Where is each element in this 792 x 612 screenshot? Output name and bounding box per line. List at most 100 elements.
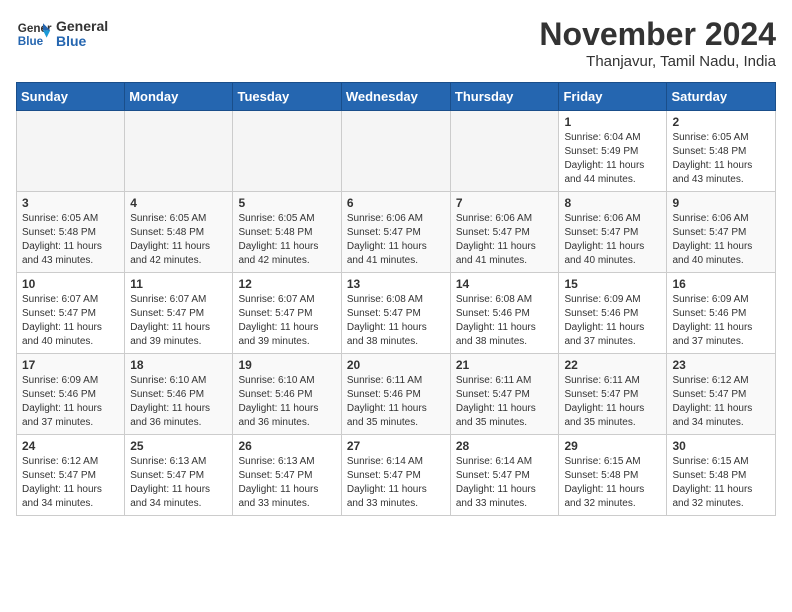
day-number: 23 xyxy=(672,358,770,372)
calendar-cell: 10Sunrise: 6:07 AMSunset: 5:47 PMDayligh… xyxy=(17,273,125,354)
day-number: 9 xyxy=(672,196,770,210)
calendar-cell: 7 Sunrise: 6:06 AMSunset: 5:47 PMDaylight… xyxy=(450,192,559,273)
day-info: Sunrise: 6:05 AMSunset: 5:48 PMDaylight:… xyxy=(22,212,119,268)
day-number: 28 xyxy=(456,439,554,453)
day-info: Sunrise: 6:06 AMSunset: 5:47 PMDaylight:… xyxy=(672,212,770,268)
calendar-cell: 18 Sunrise: 6:10 AMSunset: 5:46 PMDayligh… xyxy=(125,354,233,435)
calendar-cell: 30 Sunrise: 6:15 AMSunset: 5:48 PMDayligh… xyxy=(667,435,776,516)
location-subtitle: Thanjavur, Tamil Nadu, India xyxy=(539,53,776,70)
day-number: 1 xyxy=(564,115,661,129)
day-number: 19 xyxy=(238,358,335,372)
weekday-header-sunday: Sunday xyxy=(17,83,125,111)
day-info: Sunrise: 6:13 AMSunset: 5:47 PMDaylight:… xyxy=(130,455,227,511)
calendar-cell: 21Sunrise: 6:11 AMSunset: 5:47 PMDayligh… xyxy=(450,354,559,435)
calendar-cell: 11 Sunrise: 6:07 AMSunset: 5:47 PMDayligh… xyxy=(125,273,233,354)
calendar-cell: 16Sunrise: 6:09 AMSunset: 5:46 PMDayligh… xyxy=(667,273,776,354)
day-number: 11 xyxy=(130,277,227,291)
calendar-week-row: 17 Sunrise: 6:09 AMSunset: 5:46 PMDayligh… xyxy=(17,354,776,435)
calendar-cell: 13Sunrise: 6:08 AMSunset: 5:47 PMDayligh… xyxy=(341,273,450,354)
day-info: Sunrise: 6:05 AMSunset: 5:48 PMDaylight:… xyxy=(238,212,335,268)
calendar-cell: 28 Sunrise: 6:14 AMSunset: 5:47 PMDayligh… xyxy=(450,435,559,516)
day-number: 26 xyxy=(238,439,335,453)
day-number: 25 xyxy=(130,439,227,453)
calendar-cell: 3 Sunrise: 6:05 AMSunset: 5:48 PMDaylight… xyxy=(17,192,125,273)
day-number: 4 xyxy=(130,196,227,210)
day-info: Sunrise: 6:07 AMSunset: 5:47 PMDaylight:… xyxy=(238,293,335,349)
calendar-week-row: 1 Sunrise: 6:04 AMSunset: 5:49 PMDaylight… xyxy=(17,111,776,192)
day-info: Sunrise: 6:13 AMSunset: 5:47 PMDaylight:… xyxy=(238,455,335,511)
weekday-header-monday: Monday xyxy=(125,83,233,111)
day-info: Sunrise: 6:06 AMSunset: 5:47 PMDaylight:… xyxy=(456,212,554,268)
day-number: 2 xyxy=(672,115,770,129)
title-block: November 2024 Thanjavur, Tamil Nadu, Ind… xyxy=(539,16,776,70)
calendar-cell: 8Sunrise: 6:06 AMSunset: 5:47 PMDaylight… xyxy=(559,192,667,273)
day-number: 5 xyxy=(238,196,335,210)
day-number: 27 xyxy=(347,439,445,453)
weekday-header-wednesday: Wednesday xyxy=(341,83,450,111)
weekday-header-tuesday: Tuesday xyxy=(233,83,341,111)
calendar-cell: 4 Sunrise: 6:05 AMSunset: 5:48 PMDaylight… xyxy=(125,192,233,273)
day-info: Sunrise: 6:09 AMSunset: 5:46 PMDaylight:… xyxy=(564,293,661,349)
day-info: Sunrise: 6:06 AMSunset: 5:47 PMDaylight:… xyxy=(347,212,445,268)
svg-text:Blue: Blue xyxy=(18,35,44,48)
calendar-cell: 22 Sunrise: 6:11 AMSunset: 5:47 PMDayligh… xyxy=(559,354,667,435)
calendar-cell xyxy=(17,111,125,192)
day-number: 22 xyxy=(564,358,661,372)
calendar-cell xyxy=(341,111,450,192)
calendar-cell: 17 Sunrise: 6:09 AMSunset: 5:46 PMDayligh… xyxy=(17,354,125,435)
day-info: Sunrise: 6:11 AMSunset: 5:47 PMDaylight:… xyxy=(456,374,554,430)
weekday-header-row: SundayMondayTuesdayWednesdayThursdayFrid… xyxy=(17,83,776,111)
day-number: 30 xyxy=(672,439,770,453)
day-info: Sunrise: 6:10 AMSunset: 5:46 PMDaylight:… xyxy=(130,374,227,430)
day-info: Sunrise: 6:14 AMSunset: 5:47 PMDaylight:… xyxy=(456,455,554,511)
day-number: 29 xyxy=(564,439,661,453)
day-number: 6 xyxy=(347,196,445,210)
calendar-cell: 25 Sunrise: 6:13 AMSunset: 5:47 PMDayligh… xyxy=(125,435,233,516)
calendar-cell: 6 Sunrise: 6:06 AMSunset: 5:47 PMDaylight… xyxy=(341,192,450,273)
day-info: Sunrise: 6:05 AMSunset: 5:48 PMDaylight:… xyxy=(672,131,770,187)
logo-blue-text: Blue xyxy=(56,34,108,49)
day-info: Sunrise: 6:09 AMSunset: 5:46 PMDaylight:… xyxy=(22,374,119,430)
day-info: Sunrise: 6:12 AMSunset: 5:47 PMDaylight:… xyxy=(22,455,119,511)
day-number: 10 xyxy=(22,277,119,291)
day-info: Sunrise: 6:12 AMSunset: 5:47 PMDaylight:… xyxy=(672,374,770,430)
calendar-week-row: 10 Sunrise: 6:07 AMSunset: 5:47 PMDayligh… xyxy=(17,273,776,354)
calendar-cell xyxy=(450,111,559,192)
day-info: Sunrise: 6:15 AMSunset: 5:48 PMDaylight:… xyxy=(672,455,770,511)
calendar-cell: 29 Sunrise: 6:15 AMSunset: 5:48 PMDayligh… xyxy=(559,435,667,516)
day-number: 7 xyxy=(456,196,554,210)
day-number: 17 xyxy=(22,358,119,372)
calendar-cell: 9 Sunrise: 6:06 AMSunset: 5:47 PMDaylight… xyxy=(667,192,776,273)
day-number: 16 xyxy=(672,277,770,291)
day-info: Sunrise: 6:07 AMSunset: 5:47 PMDaylight:… xyxy=(130,293,227,349)
day-info: Sunrise: 6:08 AMSunset: 5:46 PMDaylight:… xyxy=(456,293,554,349)
calendar-cell: 27Sunrise: 6:14 AMSunset: 5:47 PMDayligh… xyxy=(341,435,450,516)
day-number: 24 xyxy=(22,439,119,453)
weekday-header-friday: Friday xyxy=(559,83,667,111)
day-info: Sunrise: 6:05 AMSunset: 5:48 PMDaylight:… xyxy=(130,212,227,268)
logo: General Blue General Blue xyxy=(16,16,108,52)
calendar-week-row: 3 Sunrise: 6:05 AMSunset: 5:48 PMDaylight… xyxy=(17,192,776,273)
day-number: 18 xyxy=(130,358,227,372)
calendar-cell: 2 Sunrise: 6:05 AMSunset: 5:48 PMDaylight… xyxy=(667,111,776,192)
day-number: 13 xyxy=(347,277,445,291)
logo-general-text: General xyxy=(56,19,108,34)
day-info: Sunrise: 6:04 AMSunset: 5:49 PMDaylight:… xyxy=(564,131,661,187)
calendar-cell: 19Sunrise: 6:10 AMSunset: 5:46 PMDayligh… xyxy=(233,354,341,435)
day-info: Sunrise: 6:06 AMSunset: 5:47 PMDaylight:… xyxy=(564,212,661,268)
calendar-cell: 14Sunrise: 6:08 AMSunset: 5:46 PMDayligh… xyxy=(450,273,559,354)
calendar-table: SundayMondayTuesdayWednesdayThursdayFrid… xyxy=(16,82,776,516)
page-header: General Blue General Blue November 2024 … xyxy=(16,16,776,70)
calendar-cell: 5 Sunrise: 6:05 AMSunset: 5:48 PMDaylight… xyxy=(233,192,341,273)
weekday-header-saturday: Saturday xyxy=(667,83,776,111)
day-info: Sunrise: 6:15 AMSunset: 5:48 PMDaylight:… xyxy=(564,455,661,511)
calendar-cell xyxy=(125,111,233,192)
calendar-cell: 23 Sunrise: 6:12 AMSunset: 5:47 PMDayligh… xyxy=(667,354,776,435)
calendar-cell xyxy=(233,111,341,192)
weekday-header-thursday: Thursday xyxy=(450,83,559,111)
month-year-title: November 2024 xyxy=(539,16,776,53)
logo-icon: General Blue xyxy=(16,16,52,52)
day-info: Sunrise: 6:11 AMSunset: 5:47 PMDaylight:… xyxy=(564,374,661,430)
day-number: 3 xyxy=(22,196,119,210)
calendar-cell: 24 Sunrise: 6:12 AMSunset: 5:47 PMDayligh… xyxy=(17,435,125,516)
